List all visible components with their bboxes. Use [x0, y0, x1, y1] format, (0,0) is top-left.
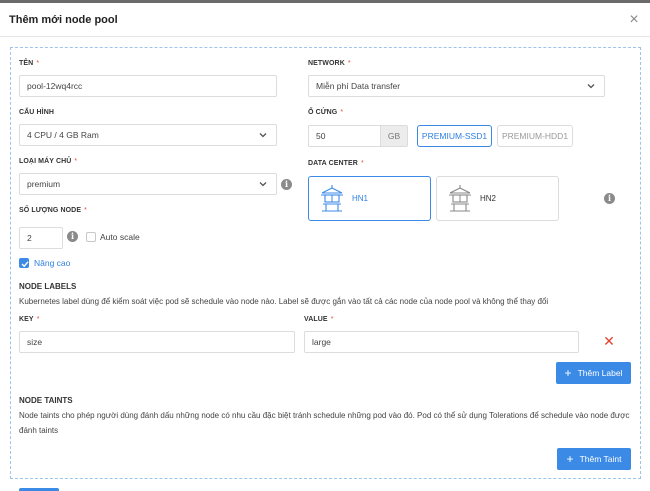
plus-icon: +	[566, 452, 574, 466]
chevron-down-icon	[586, 80, 596, 92]
plus-icon: +	[564, 366, 572, 380]
node-count-input[interactable]	[19, 227, 63, 249]
check-icon	[21, 261, 29, 268]
info-icon[interactable]: i	[604, 193, 615, 204]
datacenter-label: DATA CENTER *	[308, 160, 364, 167]
network-select-value: Miễn phí Data transfer	[316, 81, 401, 91]
chevron-down-icon	[258, 129, 268, 141]
disk-type-premium-hdd1[interactable]: PREMIUM-HDD1	[497, 125, 573, 147]
auto-scale-checkbox[interactable]	[86, 232, 96, 242]
network-label: NETWORK *	[308, 60, 351, 67]
name-label: TÊN *	[19, 60, 40, 67]
temple-datacenter-icon	[447, 184, 473, 214]
temple-datacenter-icon	[319, 184, 345, 214]
disk-unit-addon: GB	[381, 125, 408, 147]
modal-title: Thêm mới node pool	[9, 14, 118, 26]
server-type-label: LOẠI MÁY CHỦ *	[19, 158, 78, 165]
info-icon[interactable]: i	[67, 231, 78, 242]
auto-scale-label: Auto scale	[100, 232, 140, 242]
datacenter-name-hn1: HN1	[352, 194, 369, 203]
node-count-label: SỐ LƯỢNG NODE *	[19, 207, 87, 214]
config-select-value: 4 CPU / 4 GB Ram	[27, 130, 99, 140]
add-taint-button[interactable]: + Thêm Taint	[557, 448, 631, 470]
node-taints-title: NODE TAINTS	[19, 396, 73, 405]
name-input[interactable]	[19, 75, 277, 97]
config-label: CẤU HÌNH	[19, 109, 55, 116]
modal-header: Thêm mới node pool ×	[0, 3, 650, 37]
add-label-button[interactable]: + Thêm Label	[556, 362, 631, 384]
label-key-input[interactable]	[19, 331, 295, 353]
disk-size-input[interactable]	[308, 125, 381, 147]
node-labels-description: Kubernetes label dùng để kiểm soát việc …	[19, 297, 549, 306]
key-label: KEY *	[19, 316, 40, 323]
disk-label: Ổ CỨNG *	[308, 109, 344, 116]
close-icon[interactable]: ×	[626, 12, 642, 28]
server-type-select-value: premium	[27, 179, 61, 189]
node-taints-description: Node taints cho phép người dùng đánh dấu…	[19, 411, 630, 435]
datacenter-card-hn2[interactable]: HN2	[436, 176, 559, 221]
datacenter-card-hn1[interactable]: HN1	[308, 176, 431, 221]
network-select[interactable]: Miễn phí Data transfer	[308, 75, 605, 97]
delete-label-icon[interactable]: ✕	[603, 334, 615, 348]
advanced-label[interactable]: Nâng cao	[34, 258, 70, 268]
datacenter-name-hn2: HN2	[480, 194, 497, 203]
disk-type-premium-ssd1[interactable]: PREMIUM-SSD1	[417, 125, 492, 147]
value-label: VALUE *	[304, 316, 334, 323]
advanced-checkbox[interactable]	[19, 258, 29, 268]
chevron-down-icon	[258, 178, 268, 190]
config-select[interactable]: 4 CPU / 4 GB Ram	[19, 124, 277, 146]
info-icon[interactable]: i	[281, 179, 292, 190]
label-value-input[interactable]	[304, 331, 579, 353]
node-labels-title: NODE LABELS	[19, 282, 77, 291]
server-type-select[interactable]: premium	[19, 173, 277, 195]
